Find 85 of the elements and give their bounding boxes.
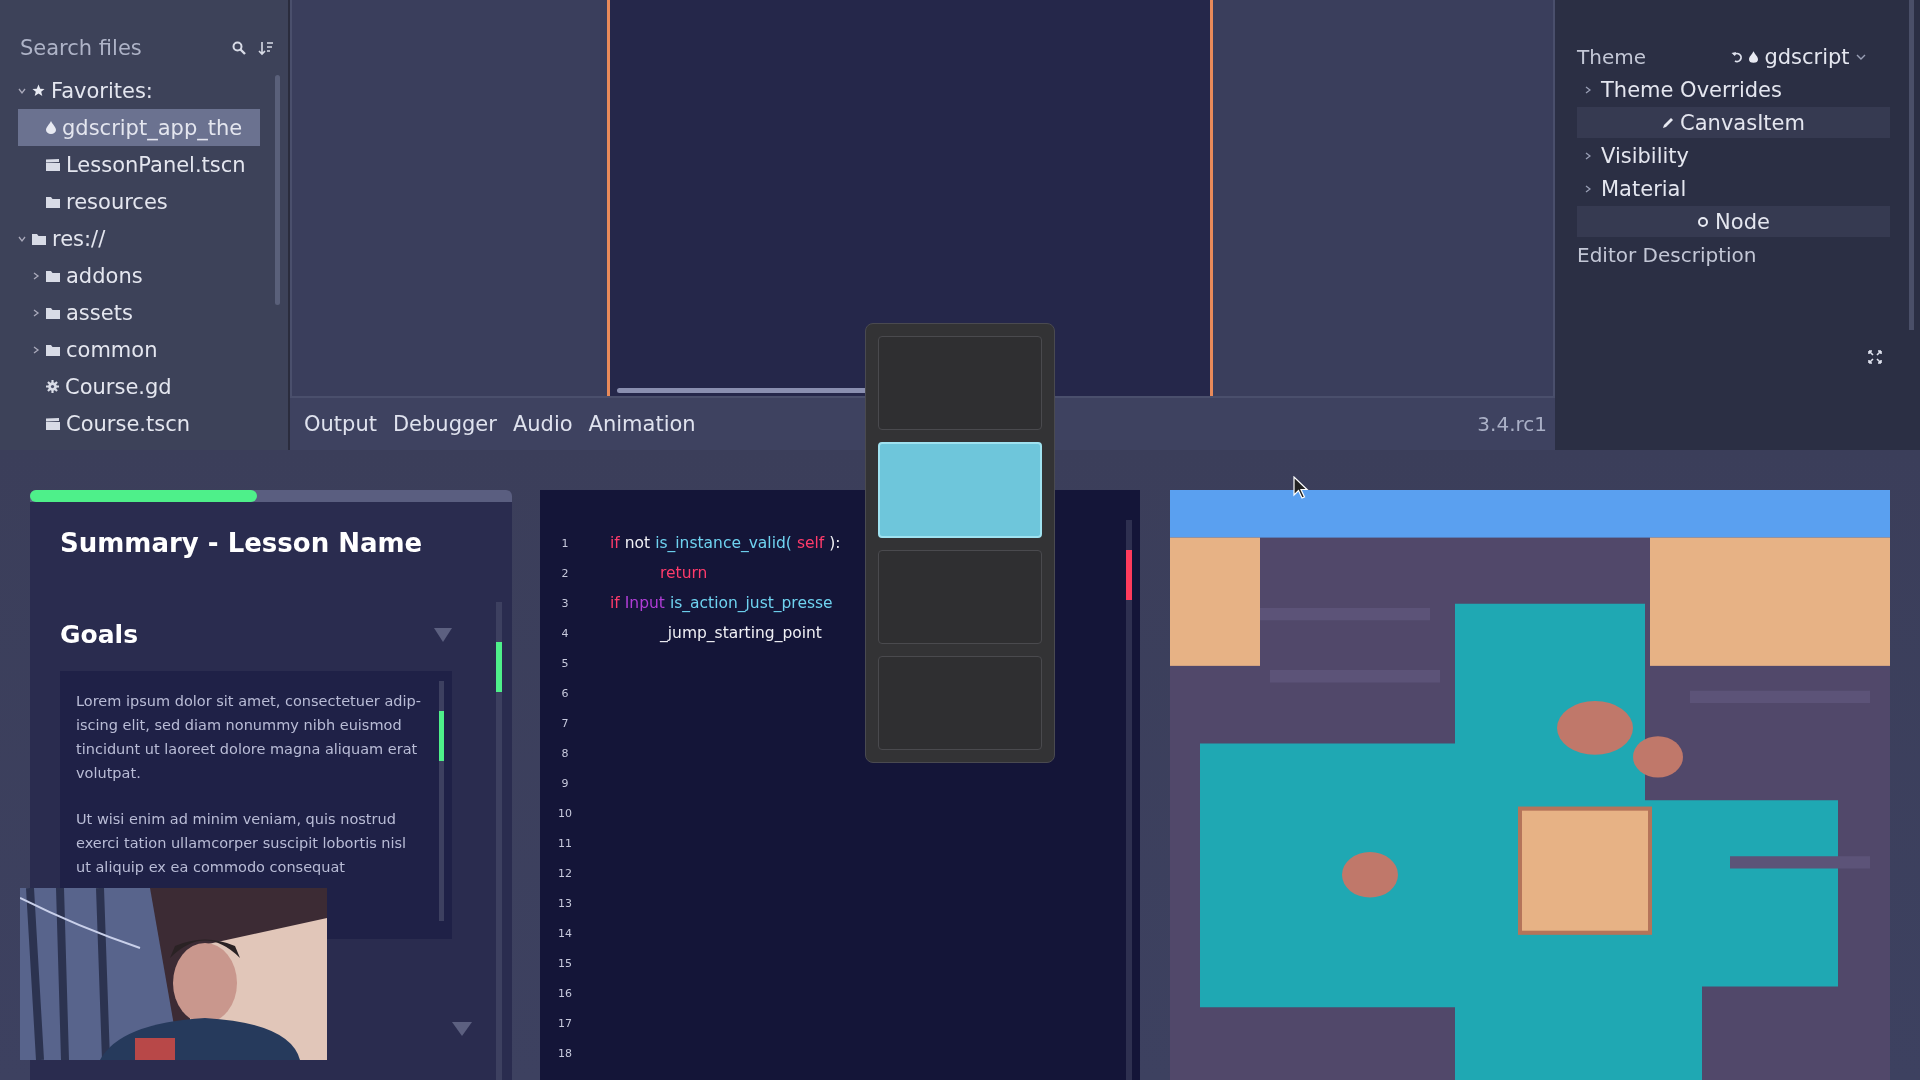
panel-tab[interactable]: Animation xyxy=(582,410,702,438)
line-number: 4 xyxy=(560,626,570,640)
scrollbar[interactable] xyxy=(496,602,502,1080)
code-token: is_instance_valid( xyxy=(655,534,792,552)
version-label: 3.4.rc1 xyxy=(1477,412,1547,436)
code-token: not xyxy=(624,534,651,552)
folder-icon xyxy=(46,269,60,282)
inspector-section[interactable]: Material xyxy=(1577,172,1890,205)
panel-tab[interactable]: Debugger xyxy=(386,410,503,438)
line-number: 11 xyxy=(557,836,573,850)
line-number: 5 xyxy=(560,656,570,670)
line-number: 3 xyxy=(560,596,570,610)
tree-item[interactable]: addons xyxy=(66,263,143,288)
line-number: 13 xyxy=(557,896,573,910)
tree-item[interactable]: gdscript_app_the xyxy=(62,115,243,140)
clapperboard-icon xyxy=(46,158,60,171)
scrollbar[interactable] xyxy=(439,681,444,921)
line-number: 2 xyxy=(560,566,570,580)
line-number: 16 xyxy=(557,986,573,1000)
code-token: is_action_just_presse xyxy=(669,594,833,612)
code-token: if xyxy=(610,594,620,612)
circle-icon xyxy=(1697,215,1710,228)
search-icon[interactable] xyxy=(232,41,246,55)
line-number: 18 xyxy=(557,1046,573,1060)
inspector-category: CanvasItem xyxy=(1577,107,1890,138)
line-number: 7 xyxy=(560,716,570,730)
sort-icon[interactable] xyxy=(258,40,274,56)
folder-icon xyxy=(46,195,60,208)
property-label: Editor Description xyxy=(1577,241,1757,268)
tree-item[interactable]: common xyxy=(66,337,158,362)
collapse-triangle-icon[interactable] xyxy=(452,1022,472,1036)
line-number: 12 xyxy=(557,866,573,880)
scrollbar[interactable] xyxy=(275,75,280,305)
droplet-icon xyxy=(1749,50,1759,63)
property-label: Theme xyxy=(1577,43,1647,70)
search-field[interactable]: Search files xyxy=(18,35,220,61)
line-number: 6 xyxy=(560,686,570,700)
droplet-icon xyxy=(46,121,56,134)
inspector-section[interactable]: Theme Overrides xyxy=(1577,73,1890,106)
paragraph: Ut wisi enim ad minim veniam, quis nostrud exerci tation ullamcorper suscipit lobortis nisl ut aliquip ex ea commodo consequat xyxy=(76,810,408,877)
color-swatch[interactable] xyxy=(878,550,1042,644)
gear-icon xyxy=(46,380,59,393)
tree-item[interactable]: assets xyxy=(66,300,133,325)
lesson-title: Summary - Lesson Name xyxy=(60,528,424,558)
panel-tab[interactable]: Audio xyxy=(506,410,579,438)
folder-icon xyxy=(32,232,46,245)
line-number: 1 xyxy=(560,536,570,550)
inspector-section[interactable]: Visibility xyxy=(1577,139,1890,172)
tree-item[interactable]: res:// xyxy=(52,226,106,251)
tree-item[interactable]: Course.gd xyxy=(65,374,172,399)
color-swatch[interactable] xyxy=(878,336,1042,430)
line-number: 10 xyxy=(557,806,573,820)
line-number: 15 xyxy=(557,956,573,970)
code-token: _jump_starting_point xyxy=(660,624,822,642)
clapperboard-icon xyxy=(46,417,60,430)
folder-icon xyxy=(46,306,60,319)
scrollbar[interactable] xyxy=(1909,0,1914,330)
code-token: ): xyxy=(829,534,841,552)
tree-item[interactable]: Favorites: xyxy=(51,78,153,103)
folder-icon xyxy=(46,343,60,356)
code-token: if xyxy=(610,534,620,552)
reset-icon xyxy=(1731,50,1744,63)
tree-item[interactable]: LessonPanel.tscn xyxy=(66,152,246,177)
panel-tab[interactable]: Output xyxy=(298,410,383,438)
code-token: return xyxy=(660,564,708,582)
color-swatch[interactable] xyxy=(878,656,1042,750)
section-heading: Goals xyxy=(60,620,138,649)
theme-dropdown[interactable]: gdscript xyxy=(1707,44,1890,69)
star-icon xyxy=(32,84,45,97)
line-number: 14 xyxy=(557,926,573,940)
line-number: 9 xyxy=(560,776,570,790)
mouse-cursor-icon xyxy=(1293,476,1309,500)
tree-item[interactable]: Course.tscn xyxy=(66,411,191,436)
line-number: 17 xyxy=(557,1016,573,1030)
paragraph: Lorem ipsum dolor sit amet, consectetuer adip-iscing elit, sed diam nonummy nibh euismod tincidunt ut laoreet dolore magna aliquam erat volutpat. xyxy=(76,692,422,783)
expand-icon[interactable] xyxy=(1868,350,1882,364)
line-number: 8 xyxy=(560,746,570,760)
caret-icon xyxy=(1855,53,1866,60)
collapse-triangle-icon[interactable] xyxy=(434,627,452,642)
code-token: Input xyxy=(624,594,665,612)
inspector-category: Node xyxy=(1577,206,1890,237)
tree-item[interactable]: resources xyxy=(66,189,168,214)
scrollbar[interactable] xyxy=(1126,520,1132,1080)
pencil-icon xyxy=(1662,116,1675,129)
code-token: self xyxy=(796,534,825,552)
